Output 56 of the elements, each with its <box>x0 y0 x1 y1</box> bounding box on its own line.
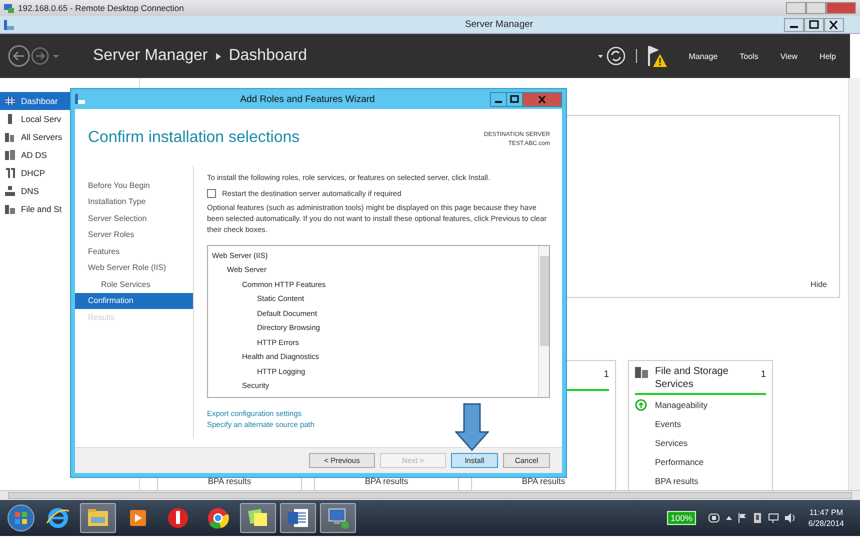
monitor-icon <box>4 3 14 13</box>
device-icon[interactable] <box>753 513 762 523</box>
wizard-step[interactable]: Role Services <box>75 276 193 292</box>
tile-item[interactable]: Manageability <box>635 395 766 414</box>
tile-item[interactable]: Performance <box>635 452 766 471</box>
tile-count: 1 <box>604 368 609 380</box>
breadcrumb-item[interactable]: Dashboard <box>228 47 307 65</box>
window-title: 192.168.0.65 - Remote Desktop Connection <box>18 3 184 13</box>
clock-time: 11:47 PM <box>809 506 844 518</box>
network-icon[interactable] <box>768 513 780 523</box>
pointer-arrow-icon <box>455 403 489 451</box>
wizard-step[interactable]: Web Server Role (IIS) <box>75 260 193 276</box>
caret-icon <box>216 52 221 60</box>
window-title: Add Roles and Features Wizard <box>239 94 376 104</box>
circle-icon <box>165 505 191 531</box>
sidebar-item[interactable]: All Servers <box>0 128 79 146</box>
grid-icon <box>5 96 15 106</box>
clock[interactable]: 11:47 PM 6/28/2014 <box>808 506 844 530</box>
window-title: Server Manager <box>464 19 534 30</box>
circle-icon <box>205 505 231 531</box>
app-icon <box>4 20 14 30</box>
network-icon <box>5 186 15 196</box>
window-buttons-icon[interactable] <box>784 18 844 32</box>
taskbar-button[interactable] <box>280 503 316 533</box>
tile-item[interactable]: Events <box>635 414 766 433</box>
caret-icon[interactable] <box>726 516 732 520</box>
window-buttons-icon[interactable] <box>490 92 562 106</box>
globe-icon <box>45 505 71 531</box>
menu-item[interactable]: View <box>780 52 798 60</box>
tile-title[interactable]: File and Storage Services <box>655 365 755 391</box>
flag-warning-icon[interactable] <box>646 44 667 68</box>
flag-icon[interactable] <box>738 513 748 523</box>
vertical-scrollbar[interactable] <box>538 246 549 397</box>
tile-item[interactable]: BPA results <box>635 471 766 490</box>
menu-item[interactable]: Tools <box>740 52 758 60</box>
tile-count: 1 <box>760 368 766 380</box>
tile-item[interactable]: Services <box>635 433 766 452</box>
refresh-icon[interactable] <box>598 46 626 66</box>
speaker-icon[interactable] <box>785 513 796 523</box>
horizontal-scrollbar[interactable] <box>0 490 860 500</box>
breadcrumb-item[interactable]: Server Manager <box>93 47 208 65</box>
hide-link[interactable]: Hide <box>810 280 827 289</box>
menu-item[interactable]: Help <box>820 52 836 60</box>
battery-indicator: 100% <box>666 511 696 525</box>
wizard-step[interactable]: Server Roles <box>75 226 193 243</box>
clock-date: 6/28/2014 <box>808 518 844 530</box>
wizard-step[interactable]: Confirmation <box>75 292 193 309</box>
page-heading: Confirm installation selections <box>88 129 301 148</box>
menu-item[interactable]: Manage <box>688 52 718 60</box>
wizard-step[interactable]: Features <box>75 243 193 260</box>
start-button-icon[interactable] <box>6 503 36 533</box>
checkbox[interactable] <box>207 189 216 198</box>
vertical-scrollbar[interactable] <box>848 78 860 490</box>
sidebar-item[interactable]: AD DS <box>0 146 79 164</box>
sidebar-item[interactable]: Local Serv <box>0 110 79 128</box>
app-icon <box>75 94 85 104</box>
